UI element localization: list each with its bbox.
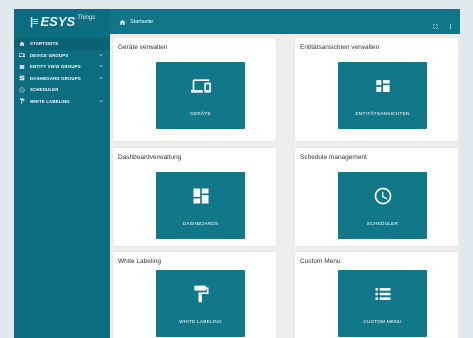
sidebar-item-entity-view-groups[interactable]: ENTITY VIEW GROUPS	[14, 61, 110, 73]
sidebar-item-label: DEVICE GROUPS	[30, 52, 69, 58]
chevron-down-icon[interactable]	[98, 63, 104, 69]
logo-subtitle: Things	[77, 15, 96, 21]
breadcrumb[interactable]: Startseite	[130, 19, 153, 25]
scheduler-tile-button[interactable]: SCHEDULER	[338, 172, 427, 239]
chevron-down-icon[interactable]	[98, 75, 104, 81]
paint-roller-icon	[191, 284, 211, 304]
white-labeling-tile-button[interactable]: WHITE LABELING	[156, 270, 245, 337]
sidebar-nav: STARTSEITE DEVICE GROUPS ENTITY VIEW GRO…	[14, 38, 110, 107]
card-dashboards: Dashboardverwaltung DASHBOARDS	[113, 148, 276, 246]
tile-label: WHITE LABELING	[178, 320, 223, 325]
home-icon	[18, 40, 26, 48]
toolbar-actions	[432, 17, 454, 35]
tile-label: GERÄTE	[190, 112, 211, 117]
devices-icon	[18, 51, 26, 59]
card-title: Entitätsansichten verwalten	[300, 44, 380, 51]
dashboard-icon	[18, 74, 26, 82]
devices-tile-button[interactable]: GERÄTE	[156, 62, 245, 129]
menu-list-icon	[373, 284, 393, 304]
logo-text: ESYS	[40, 14, 76, 29]
home-icon[interactable]	[119, 13, 126, 31]
more-vert-icon[interactable]	[447, 17, 454, 35]
sidebar-item-scheduler[interactable]: SCHEDULER	[14, 84, 110, 96]
sidebar-item-label: STARTSEITE	[30, 41, 59, 47]
tile-label: ENTITÄTSANSICHTEN	[355, 112, 410, 117]
sidebar-item-label: DASHBOARD GROUPS	[30, 75, 81, 81]
dashboards-tile-button[interactable]: DASHBOARDS	[156, 172, 245, 239]
card-white-labeling: White Labeling WHITE LABELING	[113, 252, 276, 338]
card-devices: Geräte verwalten GERÄTE	[113, 38, 276, 141]
sidebar-item-device-groups[interactable]: DEVICE GROUPS	[14, 50, 110, 62]
custom-menu-tile-button[interactable]: CUSTOM MENU	[338, 270, 427, 337]
sidebar-item-label: WHITE LABELING	[30, 98, 70, 104]
view-list-icon	[18, 63, 26, 71]
entity-views-tile-button[interactable]: ENTITÄTSANSICHTEN	[338, 62, 427, 129]
card-title: Schedule management	[300, 154, 367, 161]
sidebar-item-dashboard-groups[interactable]: DASHBOARD GROUPS	[14, 73, 110, 85]
fullscreen-icon[interactable]	[432, 17, 439, 35]
dashboard-icon	[191, 186, 211, 206]
tile-label: DASHBOARDS	[182, 222, 219, 227]
sidebar-item-label: SCHEDULER	[30, 87, 59, 93]
card-title: Dashboardverwaltung	[118, 154, 182, 161]
top-toolbar: Startseite	[110, 9, 460, 34]
card-title: White Labeling	[118, 258, 161, 265]
entity-view-icon	[373, 76, 393, 96]
card-entity-views: Entitätsansichten verwalten ENTITÄTSANSI…	[295, 38, 458, 141]
card-title: Geräte verwalten	[118, 44, 168, 51]
card-title: Custom Menu	[300, 258, 341, 265]
paint-roller-icon	[18, 97, 26, 105]
chevron-down-icon[interactable]	[98, 52, 104, 58]
tile-label: SCHEDULER	[366, 222, 399, 227]
sidebar-item-startseite[interactable]: STARTSEITE	[14, 38, 110, 50]
sidebar: |≡ ESYS Things STARTSEITE DEVICE GROUPS …	[14, 9, 110, 338]
app-window: |≡ ESYS Things STARTSEITE DEVICE GROUPS …	[14, 9, 460, 338]
card-custom-menu: Custom Menu CUSTOM MENU	[295, 252, 458, 338]
devices-icon	[190, 76, 211, 96]
tile-label: CUSTOM MENU	[363, 320, 402, 325]
logo[interactable]: |≡ ESYS Things	[14, 9, 110, 34]
clock-icon	[18, 86, 26, 94]
chevron-down-icon[interactable]	[98, 98, 104, 104]
sidebar-item-label: ENTITY VIEW GROUPS	[30, 64, 81, 70]
logo-mark: |≡	[30, 15, 38, 28]
sidebar-item-white-labeling[interactable]: WHITE LABELING	[14, 96, 110, 108]
clock-icon	[373, 186, 393, 206]
card-scheduler: Schedule management SCHEDULER	[295, 148, 458, 246]
